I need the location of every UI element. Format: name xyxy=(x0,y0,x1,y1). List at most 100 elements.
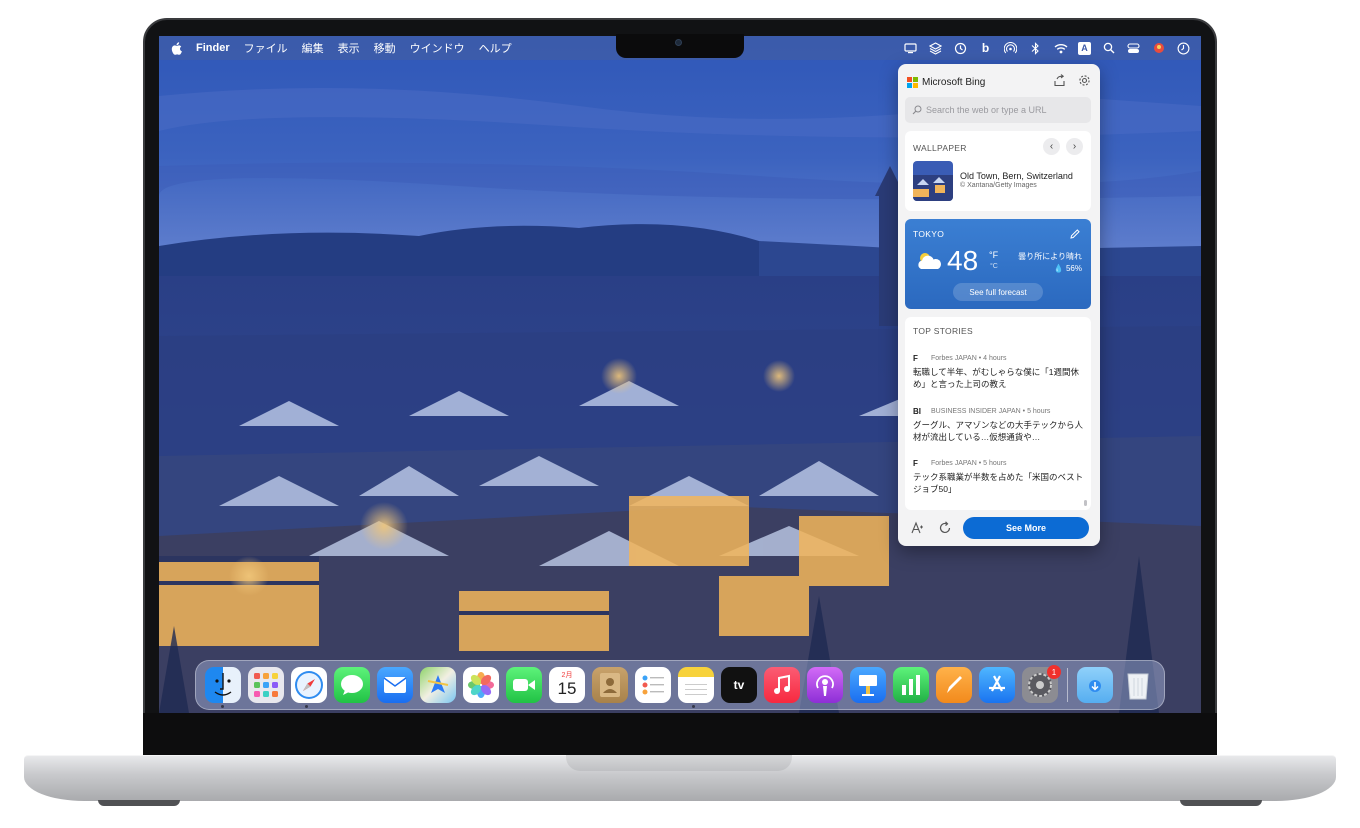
menu-go[interactable]: 移動 xyxy=(374,40,396,56)
search-icon[interactable] xyxy=(1101,41,1116,56)
apple-menu-icon[interactable] xyxy=(171,41,182,55)
app-store-a-icon xyxy=(989,675,1005,692)
dock-calendar[interactable]: 2月 15 xyxy=(549,667,585,703)
refresh-icon[interactable] xyxy=(938,521,952,535)
dock-reminders[interactable] xyxy=(635,667,671,703)
wallpaper-title[interactable]: Old Town, Bern, Switzerland xyxy=(960,171,1073,181)
story-item[interactable]: F Forbes JAPAN • 5 hours テック系職業が半数を占めた「米国… xyxy=(913,458,1085,495)
dock-launchpad[interactable] xyxy=(248,667,284,703)
unit-fahrenheit[interactable]: °F xyxy=(989,250,998,260)
story-source: BUSINESS INSIDER JAPAN • 5 hours xyxy=(931,407,1051,415)
bing-search-box[interactable] xyxy=(905,97,1091,123)
bluetooth-icon[interactable] xyxy=(1028,41,1043,56)
text-size-icon[interactable] xyxy=(911,521,925,535)
launchpad-icon xyxy=(254,673,278,697)
top-stories-label: TOP STORIES xyxy=(913,326,973,336)
business-insider-logo-icon: BI xyxy=(913,406,921,416)
message-bubble-icon xyxy=(341,675,363,695)
bing-header: Microsoft Bing xyxy=(907,74,985,90)
video-camera-icon xyxy=(513,679,535,691)
dock-music[interactable] xyxy=(764,667,800,703)
dock-keynote[interactable] xyxy=(850,667,886,703)
wallpaper-label: WALLPAPER xyxy=(913,143,967,153)
calendar-day: 15 xyxy=(557,679,577,698)
menu-edit[interactable]: 編集 xyxy=(302,40,324,56)
dock-app-store[interactable] xyxy=(979,667,1015,703)
display-icon[interactable] xyxy=(903,41,918,56)
dock-photos[interactable] xyxy=(463,667,499,703)
camera-icon xyxy=(675,39,682,46)
control-center-icon[interactable] xyxy=(1126,41,1141,56)
story-item[interactable]: BI BUSINESS INSIDER JAPAN • 5 hours グーグル、… xyxy=(913,406,1085,443)
checklist-icon xyxy=(642,675,664,695)
dock-downloads-folder[interactable] xyxy=(1077,667,1113,703)
laptop-foot xyxy=(1180,800,1262,806)
unit-celsius[interactable]: °C xyxy=(990,263,998,270)
music-note-icon xyxy=(774,674,790,694)
clock-icon[interactable] xyxy=(1176,41,1191,56)
stories-scrollbar[interactable] xyxy=(1084,500,1087,506)
dock-podcasts[interactable] xyxy=(807,667,843,703)
running-indicator xyxy=(305,705,308,708)
layers-icon[interactable] xyxy=(928,41,943,56)
input-source-icon[interactable]: A xyxy=(1078,41,1091,55)
bing-title: Microsoft Bing xyxy=(922,76,986,88)
weather-card[interactable]: TOKYO 48 °F °C 曇り所により晴れ 💧 56% See full f… xyxy=(905,219,1091,309)
dock-pages[interactable] xyxy=(936,667,972,703)
story-title[interactable]: 転職して半年、がむしゃらな僕に「1週間休め」と言った上司の教え xyxy=(913,366,1085,390)
see-more-button[interactable]: See More xyxy=(963,517,1089,539)
weather-temperature: 48 xyxy=(947,245,979,276)
story-source: Forbes JAPAN • 5 hours xyxy=(931,459,1007,467)
story-title[interactable]: テック系職業が半数を占めた「米国のベストジョブ50」 xyxy=(913,471,1085,495)
input-source-label: A xyxy=(1081,43,1088,53)
dock-contacts[interactable] xyxy=(592,667,628,703)
bing-search-input[interactable] xyxy=(926,105,1086,115)
dock-tv[interactable]: tv xyxy=(721,667,757,703)
laptop-opening-notch xyxy=(566,755,792,771)
dock-notes[interactable] xyxy=(678,667,714,703)
dock-safari[interactable] xyxy=(291,667,327,703)
edit-pencil-icon[interactable] xyxy=(1069,228,1081,240)
forbes-logo-icon: F xyxy=(913,353,918,363)
dock-maps[interactable] xyxy=(420,667,456,703)
download-folder-icon xyxy=(1089,680,1101,692)
bar-chart-icon xyxy=(902,675,920,695)
settings-gear-icon[interactable] xyxy=(1078,74,1091,87)
wallpaper-thumbnail[interactable] xyxy=(913,161,953,201)
airdrop-icon[interactable] xyxy=(1003,41,1018,56)
story-title[interactable]: グーグル、アマゾンなどの大手テックから人材が流出している…仮想通貨や… xyxy=(913,419,1085,443)
dock-finder[interactable] xyxy=(205,667,241,703)
podium-icon xyxy=(859,675,877,696)
story-item[interactable]: F Forbes JAPAN • 4 hours 転職して半年、がむしゃらな僕に「… xyxy=(913,353,1085,390)
menu-file[interactable]: ファイル xyxy=(244,40,288,56)
dock-trash[interactable] xyxy=(1120,667,1156,703)
dock-system-preferences[interactable]: 1 xyxy=(1022,665,1061,703)
map-arrow-icon xyxy=(427,675,449,693)
dock-numbers[interactable] xyxy=(893,667,929,703)
wallpaper-next-button[interactable]: › xyxy=(1066,138,1083,155)
bing-bottom-bar: See More xyxy=(898,514,1100,546)
menu-view[interactable]: 表示 xyxy=(338,40,360,56)
menu-window[interactable]: ウインドウ xyxy=(410,40,465,56)
dock-mail[interactable] xyxy=(377,667,413,703)
menu-help[interactable]: ヘルプ xyxy=(479,40,512,56)
dock-separator xyxy=(1067,668,1068,702)
screen-notch xyxy=(616,34,744,58)
safari-icon xyxy=(295,671,323,699)
running-indicator xyxy=(221,705,224,708)
share-icon[interactable] xyxy=(1053,74,1066,87)
bing-icon[interactable]: b xyxy=(978,41,993,56)
dock-facetime[interactable] xyxy=(506,667,542,703)
menu-app-name[interactable]: Finder xyxy=(196,42,230,54)
partly-cloudy-icon xyxy=(918,253,942,269)
time-machine-icon[interactable] xyxy=(953,41,968,56)
wallpaper-prev-button[interactable]: ‹ xyxy=(1043,138,1060,155)
tv-label: tv xyxy=(733,678,745,692)
dock-messages[interactable] xyxy=(334,667,370,703)
user-icon[interactable] xyxy=(1151,41,1166,56)
see-full-forecast-button[interactable]: See full forecast xyxy=(953,283,1043,301)
story-source: Forbes JAPAN • 4 hours xyxy=(931,354,1007,362)
wifi-icon[interactable] xyxy=(1053,41,1068,56)
wallpaper-card: WALLPAPER ‹ › Old Town, Bern, Switzerlan… xyxy=(905,131,1091,211)
search-icon xyxy=(912,105,922,115)
